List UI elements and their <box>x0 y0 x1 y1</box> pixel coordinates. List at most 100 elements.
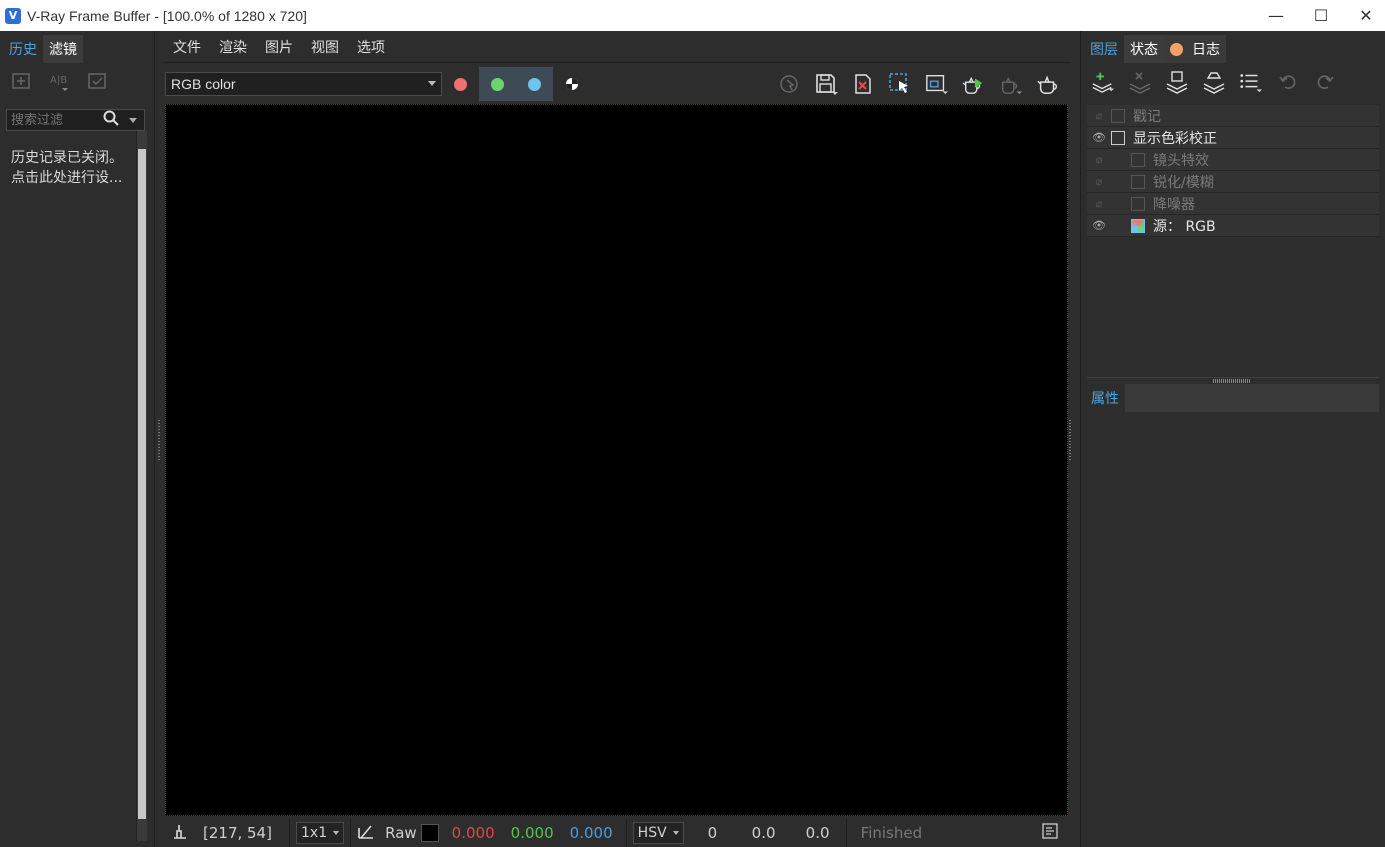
green-dot-icon <box>491 77 504 91</box>
lens-effects-icon <box>1131 152 1145 167</box>
red-dot-icon <box>454 77 467 91</box>
compare-ab-icon[interactable]: A|B <box>48 69 72 93</box>
save-history-icon[interactable] <box>10 69 34 93</box>
left-splitter-handle[interactable] <box>157 420 161 460</box>
layer-row-display-correction[interactable]: 👁 显示色彩校正 <box>1087 127 1379 149</box>
curve-icon <box>1111 130 1125 145</box>
eye-icon[interactable]: 👁 <box>1087 131 1111 144</box>
region-render-icon[interactable] <box>888 72 912 96</box>
log-status-dot-icon <box>1170 42 1183 56</box>
tab-history[interactable]: 历史 <box>3 35 43 63</box>
left-panel: 历史 滤镜 A|B 历史记录已关闭。 点击此处进行设... <box>0 31 155 847</box>
tab-filters[interactable]: 滤镜 <box>43 35 83 63</box>
value-value: 0.0 <box>805 824 830 842</box>
status-divider <box>350 819 352 847</box>
lock-pixel-icon[interactable] <box>171 822 189 844</box>
tab-layers[interactable]: 图层 <box>1084 35 1124 63</box>
render-status: Finished <box>860 824 923 842</box>
history-message-line2: 点击此处进行设... <box>11 170 123 186</box>
render-teapot-icon[interactable] <box>1036 72 1060 96</box>
chevron-down-icon <box>428 81 436 86</box>
delete-layer-icon[interactable] <box>1128 70 1152 94</box>
green-channel-toggle[interactable] <box>479 67 516 101</box>
menu-image[interactable]: 图片 <box>265 37 293 57</box>
menu-view[interactable]: 视图 <box>311 37 339 57</box>
chevron-down-icon <box>333 831 340 835</box>
properties-label: 属性 <box>1091 391 1119 407</box>
track-mouse-icon[interactable] <box>777 72 801 96</box>
render-region-icon[interactable] <box>925 72 949 96</box>
alpha-icon <box>565 78 578 90</box>
layer-row-stamp[interactable]: ⌀ 戳记 <box>1087 105 1379 127</box>
blue-dot-icon <box>528 77 541 91</box>
blue-value: 0.000 <box>569 824 613 842</box>
channel-dropdown[interactable]: RGB color <box>165 72 442 96</box>
visibility-off-icon[interactable]: ⌀ <box>1087 197 1111 210</box>
history-toolbar: A|B <box>0 63 154 99</box>
stamp-icon <box>1111 108 1125 123</box>
raw-mode-label[interactable]: Raw <box>385 824 417 842</box>
redo-icon[interactable] <box>1313 70 1337 94</box>
save-layers-icon[interactable] <box>1165 70 1189 94</box>
chevron-down-icon[interactable] <box>129 117 137 123</box>
blue-channel-toggle[interactable] <box>516 67 553 101</box>
properties-splitter[interactable] <box>1087 377 1379 383</box>
layer-label: 降噪器 <box>1153 196 1195 213</box>
color-picker-icon[interactable] <box>357 822 375 844</box>
render-viewport[interactable] <box>165 104 1068 816</box>
history-disabled-message[interactable]: 历史记录已关闭。 点击此处进行设... <box>11 148 136 188</box>
status-divider <box>625 819 627 847</box>
right-panel: 图层 状态 日志 ⌀ 戳记 👁 显示色彩校正 ⌀ 镜头特效 ⌀ 锐化/模糊 ⌀ … <box>1080 31 1385 847</box>
right-tabs: 图层 状态 日志 <box>1081 31 1385 63</box>
search-input[interactable] <box>7 111 99 129</box>
layer-row-source-rgb[interactable]: 👁 源： RGB <box>1087 215 1379 237</box>
visibility-off-icon[interactable]: ⌀ <box>1087 109 1111 122</box>
layer-list-menu-icon[interactable] <box>1239 70 1263 94</box>
log-toggle-icon[interactable] <box>1042 823 1058 843</box>
stop-render-icon[interactable] <box>999 72 1023 96</box>
visibility-off-icon[interactable]: ⌀ <box>1087 153 1111 166</box>
menu-render[interactable]: 渲染 <box>219 37 247 57</box>
layer-row-lens-effects[interactable]: ⌀ 镜头特效 <box>1087 149 1379 171</box>
layers-toolbar <box>1081 63 1385 101</box>
zoom-dropdown[interactable]: 1x1 <box>296 822 345 844</box>
tab-log[interactable]: 日志 <box>1164 35 1226 63</box>
layer-row-sharpen-blur[interactable]: ⌀ 锐化/模糊 <box>1087 171 1379 193</box>
red-channel-toggle[interactable] <box>442 67 479 101</box>
color-swatch <box>420 824 439 842</box>
interactive-render-icon[interactable] <box>962 72 986 96</box>
save-image-icon[interactable] <box>814 72 838 96</box>
properties-panel: 属性 <box>1087 384 1379 412</box>
title-bar: V V-Ray Frame Buffer - [100.0% of 1280 x… <box>0 0 1385 31</box>
close-button[interactable]: ✕ <box>1343 0 1385 31</box>
chevron-down-icon <box>672 831 679 835</box>
load-history-icon[interactable] <box>86 69 110 93</box>
window-title: V-Ray Frame Buffer - [100.0% of 1280 x 7… <box>27 7 307 24</box>
channel-dropdown-value: RGB color <box>171 76 236 92</box>
layer-label: 显示色彩校正 <box>1133 130 1217 147</box>
layer-label: 源： RGB <box>1153 218 1216 235</box>
search-icon[interactable] <box>103 110 119 130</box>
maximize-button[interactable]: ☐ <box>1298 0 1344 31</box>
colorspace-dropdown[interactable]: HSV <box>632 822 684 844</box>
layer-label: 镜头特效 <box>1153 152 1209 169</box>
layer-row-denoiser[interactable]: ⌀ 降噪器 <box>1087 193 1379 215</box>
undo-icon[interactable] <box>1276 70 1300 94</box>
menu-options[interactable]: 选项 <box>357 37 385 57</box>
clear-image-icon[interactable] <box>851 72 875 96</box>
tab-stats[interactable]: 状态 <box>1124 35 1164 63</box>
saturation-value: 0.0 <box>751 824 776 842</box>
visibility-off-icon[interactable]: ⌀ <box>1087 175 1111 188</box>
colorspace-value: HSV <box>637 825 667 841</box>
load-layers-icon[interactable] <box>1202 70 1226 94</box>
status-divider <box>845 819 847 847</box>
eye-icon[interactable]: 👁 <box>1087 219 1111 232</box>
scrollbar-thumb[interactable] <box>138 149 146 819</box>
history-scrollbar[interactable] <box>136 131 147 841</box>
right-splitter-handle[interactable] <box>1068 420 1072 460</box>
menu-file[interactable]: 文件 <box>173 37 201 57</box>
main-toolbar: RGB color <box>163 67 1068 101</box>
alpha-channel-toggle[interactable] <box>553 67 590 101</box>
add-layer-icon[interactable] <box>1091 70 1115 94</box>
minimize-button[interactable]: — <box>1253 0 1299 31</box>
